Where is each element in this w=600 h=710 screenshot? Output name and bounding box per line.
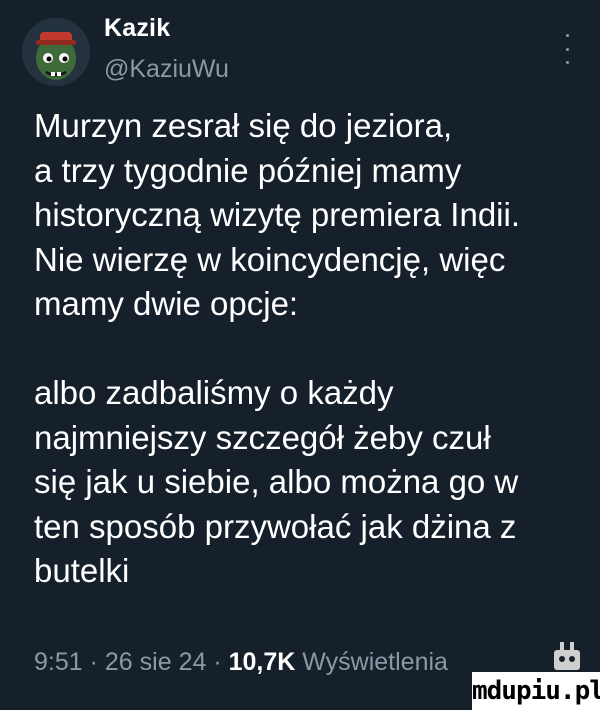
avatar[interactable] <box>22 18 90 86</box>
tweet-line: a trzy tygodnie później mamy <box>34 151 462 189</box>
tweet-line: butelki <box>34 552 130 589</box>
meta-separator: · <box>213 648 222 676</box>
tweet-line: historyczną wizytę premiera Indii. <box>34 196 521 233</box>
tweet-line: Nie wierzę w koincydencję, więc <box>34 240 506 278</box>
views-count: 10,7K <box>228 648 296 676</box>
tweet-line: najmniejszy szczegół żeby czuł <box>34 418 491 456</box>
tweet-text: Murzyn zesrał się do jeziora, a trzy tyg… <box>34 104 589 594</box>
tweet-line: się jak u siebie, albo można go w <box>34 463 519 500</box>
tweet-meta: 9:51 · 26 sie 24 · 10,7K Wyświetlenia <box>34 648 448 677</box>
watermark: mdupiu.pl <box>472 672 600 710</box>
author-name[interactable]: Kazik <box>104 14 170 43</box>
tweet-line: ten sposób przywołać jak dżina z <box>34 507 517 545</box>
avatar-image <box>22 18 90 86</box>
watermark-logo-icon <box>554 642 580 670</box>
tweet-line: mamy dwie opcje: <box>34 285 299 322</box>
tweet-date[interactable]: 26 sie 24 <box>105 648 206 676</box>
tweet-card: Kazik @KaziuWu Murzyn zesrał się do jezi… <box>0 0 600 710</box>
more-vertical-icon[interactable] <box>560 34 574 64</box>
tweet-line: Murzyn zesrał się do jeziora, <box>34 107 453 144</box>
author-handle[interactable]: @KaziuWu <box>104 55 229 84</box>
tweet-time[interactable]: 9:51 <box>34 648 83 676</box>
views-label: Wyświetlenia <box>302 648 448 676</box>
tweet-line: albo zadbaliśmy o każdy <box>34 374 394 411</box>
meta-separator: · <box>89 648 98 676</box>
